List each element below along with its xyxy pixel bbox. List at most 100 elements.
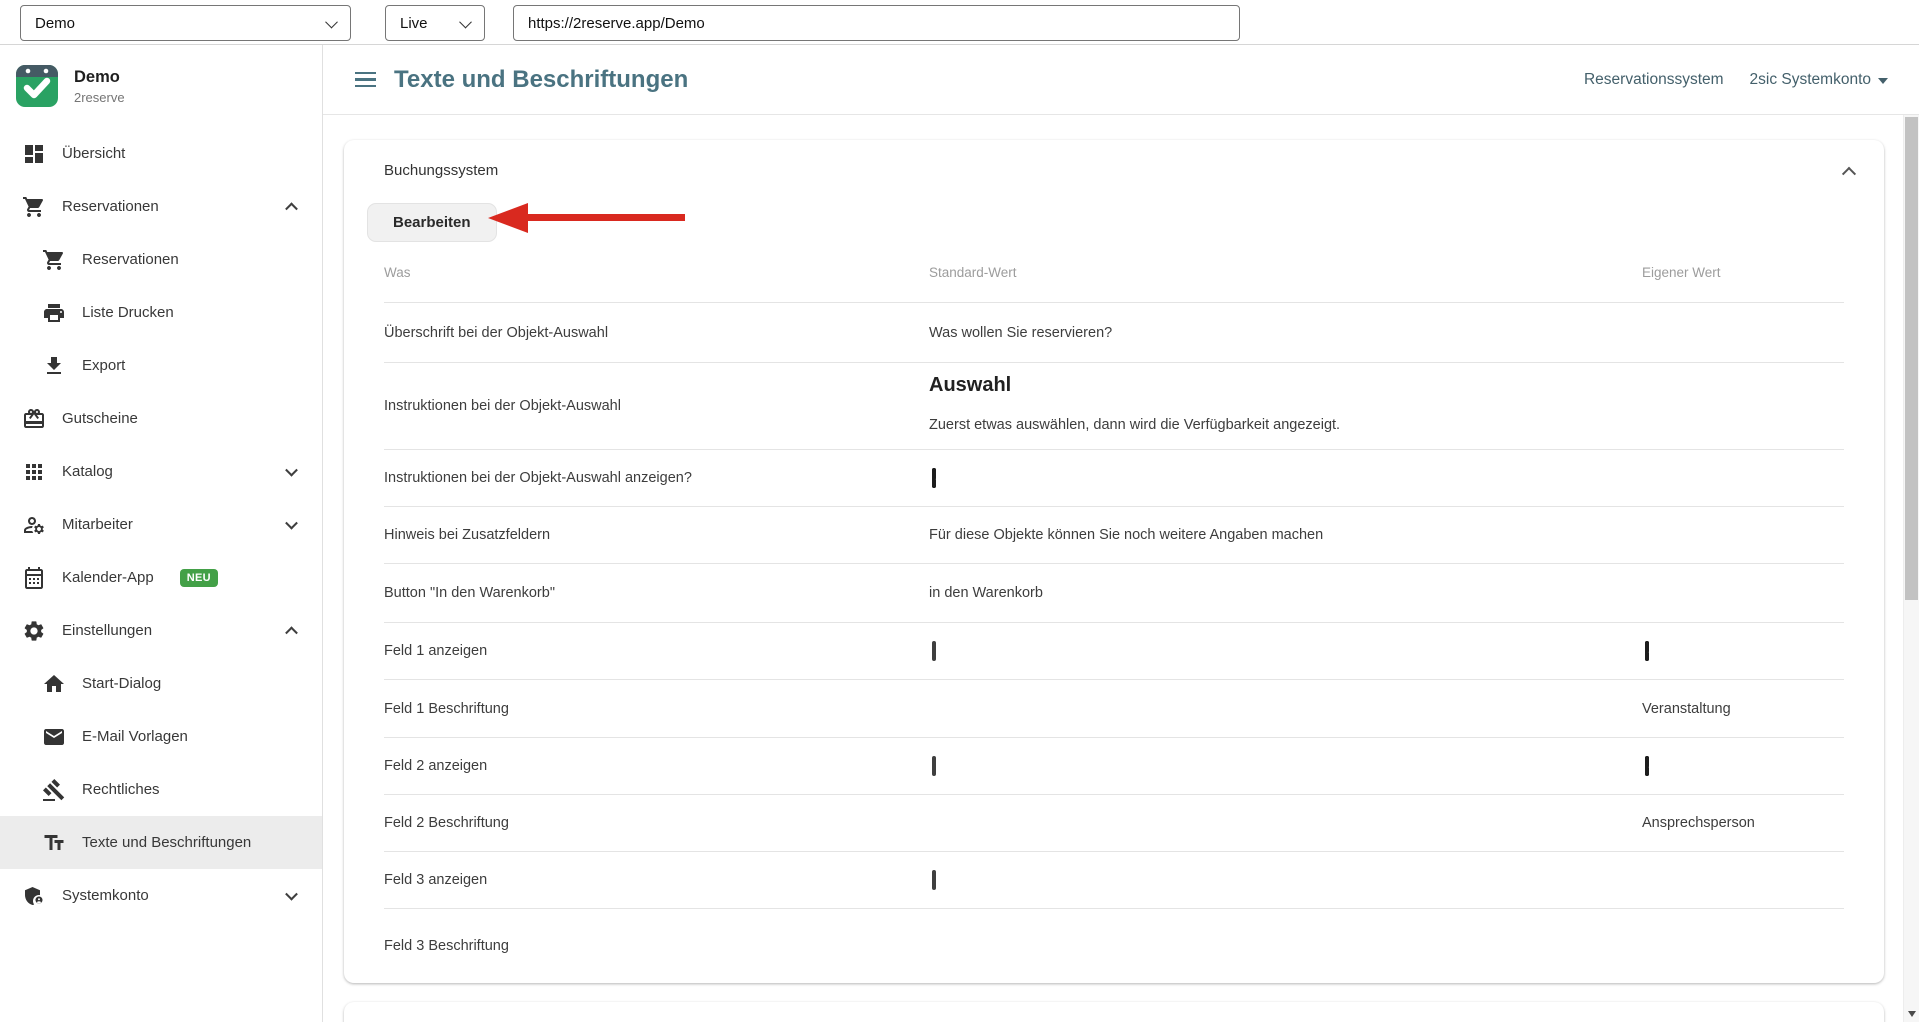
row-label: Feld 3 anzeigen <box>384 872 929 888</box>
brand-title: Demo <box>74 68 125 87</box>
row-label: Feld 2 Beschriftung <box>384 815 929 831</box>
sidebar-item-systemkonto[interactable]: Systemkonto <box>0 869 322 922</box>
checkbox-checked[interactable] <box>932 468 936 488</box>
table-row-instruktionen-bei-der-objekt-auswahl-anzeigen: Instruktionen bei der Objekt-Auswahl anz… <box>384 449 1844 506</box>
sidebar-item-label: Katalog <box>62 463 113 480</box>
eigener-wert-cell <box>1642 758 1844 774</box>
home-icon <box>42 672 66 696</box>
checkbox-checked[interactable] <box>1645 756 1649 776</box>
sidebar-item-einstellungen[interactable]: Einstellungen <box>0 604 322 657</box>
cart-icon <box>42 248 66 272</box>
row-label: Button "In den Warenkorb" <box>384 585 929 601</box>
brand: Demo 2reserve <box>0 45 322 127</box>
cart-icon <box>22 195 46 219</box>
row-label: Instruktionen bei der Objekt-Auswahl anz… <box>384 470 929 486</box>
account-menu[interactable]: 2sic Systemkonto <box>1750 71 1888 89</box>
gear-icon <box>22 619 46 643</box>
standard-wert-cell <box>929 872 1642 888</box>
mail-icon <box>42 725 66 749</box>
table-row-hinweis-bei-zusatzfeldern: Hinweis bei ZusatzfeldernFür diese Objek… <box>384 506 1844 563</box>
chevron-down-icon <box>459 15 472 28</box>
checkbox-unchecked[interactable] <box>932 870 936 890</box>
column-header-was: Was <box>384 265 929 280</box>
row-label: Feld 1 Beschriftung <box>384 701 929 717</box>
chevron-down-icon <box>285 463 298 476</box>
cell-value: Veranstaltung <box>1642 701 1731 717</box>
chevron-up-icon <box>285 626 298 639</box>
row-label: Feld 1 anzeigen <box>384 643 929 659</box>
sidebar-item-reservationen[interactable]: Reservationen <box>0 233 322 286</box>
sidebar-item-rechtliches[interactable]: Rechtliches <box>0 763 322 816</box>
sidebar-item-label: Kalender-App <box>62 569 154 586</box>
header-links: Reservationssystem 2sic Systemkonto <box>1584 71 1888 89</box>
sidebar-item-label: Reservationen <box>82 251 179 268</box>
sidebar-item-katalog[interactable]: Katalog <box>0 445 322 498</box>
mode-select[interactable]: Live <box>385 5 485 41</box>
printer-icon <box>42 301 66 325</box>
sidebar-item-label: Texte und Beschriftungen <box>82 834 251 851</box>
sidebar: Demo 2reserve ÜbersichtReservationenRese… <box>0 45 323 1022</box>
site-select[interactable]: Demo <box>20 5 351 41</box>
table-row-feld-3-beschriftung: Feld 3 Beschriftung <box>384 908 1844 982</box>
sidebar-nav: ÜbersichtReservationenReservationenListe… <box>0 127 322 922</box>
content-area: Buchungssystem Bearbeiten WasStandard-We… <box>323 115 1919 1022</box>
scroll-down-button[interactable] <box>1904 1005 1919 1022</box>
menu-icon[interactable] <box>355 72 376 87</box>
sidebar-item-kalender-app[interactable]: Kalender-AppNEU <box>0 551 322 604</box>
sidebar-item-label: Systemkonto <box>62 887 149 904</box>
bearbeiten-button[interactable]: Bearbeiten <box>367 203 497 242</box>
scrollbar-thumb[interactable] <box>1905 117 1918 600</box>
sidebar-item-liste-drucken[interactable]: Liste Drucken <box>0 286 322 339</box>
chevron-down-icon <box>285 887 298 900</box>
gavel-icon <box>42 778 66 802</box>
buchungssystem-panel: Buchungssystem Bearbeiten WasStandard-We… <box>344 140 1884 983</box>
table-row-feld-3-anzeigen: Feld 3 anzeigen <box>384 851 1844 908</box>
collapse-icon[interactable] <box>1842 166 1856 180</box>
standard-wert-cell <box>929 643 1642 659</box>
dashboard-icon <box>22 142 46 166</box>
url-value: https://2reserve.app/Demo <box>528 15 705 32</box>
chevron-down-icon <box>325 15 338 28</box>
page-title: Texte und Beschriftungen <box>394 66 688 94</box>
url-input[interactable]: https://2reserve.app/Demo <box>513 5 1240 41</box>
table-row-feld-1-beschriftung: Feld 1 Beschriftung Veranstaltung <box>384 679 1844 737</box>
sidebar-item-texte-und-beschriftungen[interactable]: Texte und Beschriftungen <box>0 816 322 869</box>
checkbox-unchecked[interactable] <box>932 756 936 776</box>
row-label: Hinweis bei Zusatzfeldern <box>384 527 929 543</box>
checkbox-checked[interactable] <box>1645 641 1649 661</box>
sidebar-item-export[interactable]: Export <box>0 339 322 392</box>
sidebar-item-ubersicht[interactable]: Übersicht <box>0 127 322 180</box>
sidebar-item-label: Start-Dialog <box>82 675 161 692</box>
richtext-heading: Auswahl <box>929 372 1642 398</box>
cell-value: Ansprechsperson <box>1642 815 1755 831</box>
text-fields-icon <box>42 831 66 855</box>
standard-wert-cell: Was wollen Sie reservieren? <box>929 325 1642 341</box>
sidebar-item-start-dialog[interactable]: Start-Dialog <box>0 657 322 710</box>
cell-value: Was wollen Sie reservieren? <box>929 325 1112 341</box>
sidebar-item-label: Mitarbeiter <box>62 516 133 533</box>
sidebar-item-label: Liste Drucken <box>82 304 174 321</box>
sidebar-item-label: Rechtliches <box>82 781 160 798</box>
sidebar-item-gutscheine[interactable]: Gutscheine <box>0 392 322 445</box>
app-logo <box>16 61 58 112</box>
row-label: Instruktionen bei der Objekt-Auswahl <box>384 398 929 414</box>
sidebar-item-e-mail-vorlagen[interactable]: E-Mail Vorlagen <box>0 710 322 763</box>
eigener-wert-cell: Veranstaltung <box>1642 701 1844 717</box>
sidebar-item-label: E-Mail Vorlagen <box>82 728 188 745</box>
annotation-arrow-icon <box>488 203 685 233</box>
column-header-standard-wert: Standard-Wert <box>929 265 1642 280</box>
browser-bar: Demo Live https://2reserve.app/Demo <box>0 0 1919 45</box>
main-area: Texte und Beschriftungen Reservationssys… <box>323 45 1919 1022</box>
table-body: Überschrift bei der Objekt-AuswahlWas wo… <box>384 302 1844 982</box>
column-header-eigener-wert: Eigener Wert <box>1642 265 1844 280</box>
calendar-icon <box>22 566 46 590</box>
reservationssystem-link[interactable]: Reservationssystem <box>1584 71 1724 89</box>
checkbox-unchecked[interactable] <box>932 641 936 661</box>
table-row-feld-2-anzeigen: Feld 2 anzeigen <box>384 737 1844 794</box>
main-header: Texte und Beschriftungen Reservationssys… <box>323 45 1919 115</box>
sidebar-item-reservationen[interactable]: Reservationen <box>0 180 322 233</box>
richtext-body: Zuerst etwas auswählen, dann wird die Ve… <box>929 415 1642 435</box>
eigener-wert-cell <box>1642 643 1844 659</box>
sidebar-item-mitarbeiter[interactable]: Mitarbeiter <box>0 498 322 551</box>
richtext-value: Auswahl Zuerst etwas auswählen, dann wir… <box>929 365 1642 448</box>
